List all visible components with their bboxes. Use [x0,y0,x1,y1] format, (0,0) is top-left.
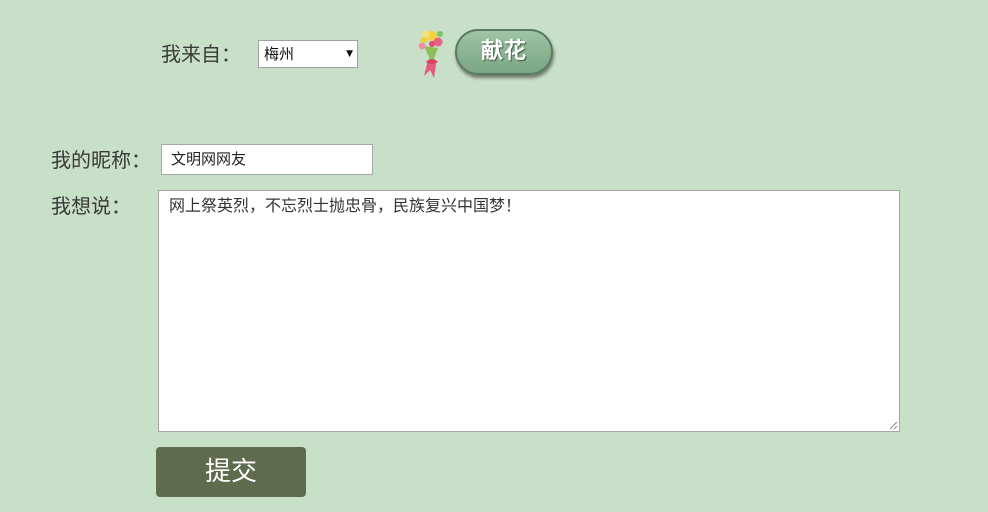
message-textarea[interactable]: 网上祭英烈，不忘烈士抛忠骨，民族复兴中国梦！ [158,190,900,432]
nickname-input[interactable]: 文明网网友 [161,144,373,175]
submit-button[interactable]: 提交 [156,447,306,497]
message-text: 网上祭英烈，不忘烈士抛忠骨，民族复兴中国梦！ [169,196,522,215]
city-select-value: 梅州 [264,45,295,63]
dropdown-arrow-icon: ▼ [346,49,353,59]
flower-bouquet-icon [418,30,443,78]
message-label: 我想说： [51,194,131,218]
nickname-label: 我的昵称： [51,148,151,172]
resize-grip-icon[interactable] [889,421,898,430]
from-label: 我来自： [161,42,241,66]
gift-flower-button[interactable]: 献花 [455,29,553,75]
city-select[interactable]: 梅州 ▼ [258,40,358,68]
